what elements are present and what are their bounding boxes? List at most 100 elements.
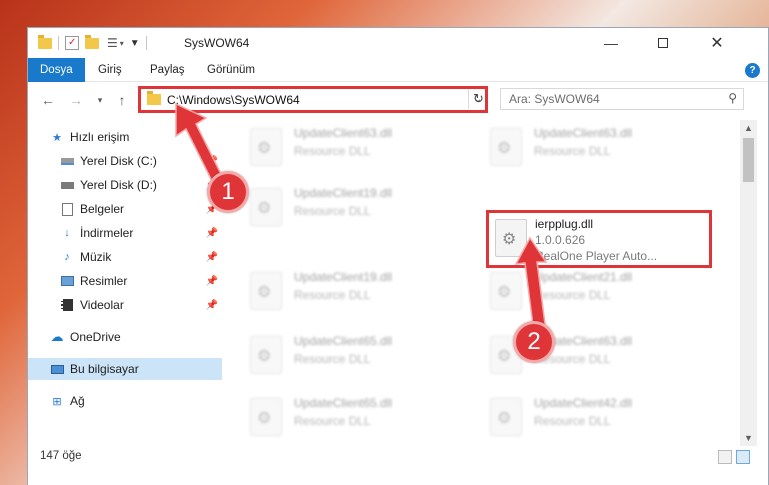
dll-file-icon: ⚙ (250, 336, 282, 374)
pin-icon[interactable]: 📌 (206, 156, 218, 167)
address-bar[interactable]: C:\Windows\SysWOW64 ⌄ (138, 86, 488, 113)
help-icon[interactable]: ? (745, 63, 760, 78)
arrow-right-icon: → (69, 92, 83, 108)
gear-icon: ⚙ (502, 231, 517, 248)
sidebar-item-disk-d[interactable]: Yerel Disk (D:) 📌 (28, 174, 222, 196)
picture-icon (60, 274, 74, 288)
music-icon: ♪ (64, 251, 70, 263)
status-bar: 147 öğe (28, 446, 768, 485)
refresh-icon: ↻ (473, 91, 484, 106)
computer-icon (50, 362, 64, 376)
list-item[interactable]: ⚙ UpdateClient63.dll Resource DLL (482, 122, 702, 172)
search-input[interactable]: Ara: SysWOW64 ⚲ (500, 88, 744, 110)
chevron-down-icon[interactable]: ▼ (130, 38, 140, 49)
quick-access-toolbar: ✓ ☰ ▾ ▼ (38, 34, 153, 52)
list-item[interactable]: ⚙ UpdateClient19.dll Resource DLL (242, 266, 462, 316)
pin-icon[interactable]: 📌 (206, 252, 218, 263)
search-icon[interactable]: ⚲ (728, 91, 737, 105)
scroll-up-icon[interactable]: ▲ (740, 120, 757, 136)
tab-view[interactable]: Görünüm (195, 58, 267, 82)
navigation-pane: ★ Hızlı erişim Yerel Disk (C:) 📌 Yerel D… (28, 120, 224, 446)
pin-icon[interactable]: 📌 (206, 228, 218, 239)
sidebar-item-downloads[interactable]: ↓ İndirmeler 📌 (28, 222, 222, 244)
gear-icon: ⚙ (497, 284, 512, 301)
sidebar-item-pictures[interactable]: Resimler 📌 (28, 270, 222, 292)
folder-icon (147, 91, 161, 105)
item-count: 147 öğe (40, 450, 82, 462)
step-badge-2: 2 (513, 321, 555, 363)
gear-icon: ⚙ (257, 284, 272, 301)
scroll-down-icon[interactable]: ▼ (740, 430, 757, 446)
sidebar-item-music[interactable]: ♪ Müzik 📌 (28, 246, 222, 268)
pin-icon[interactable]: 📌 (206, 300, 218, 311)
list-item[interactable]: ⚙ UpdateClient21.dll Resource DLL (482, 266, 702, 316)
sidebar-item-documents[interactable]: Belgeler 📌 (28, 198, 222, 220)
dll-file-icon: ⚙ (490, 398, 522, 436)
minimize-icon: — (604, 35, 618, 51)
gear-icon: ⚙ (497, 140, 512, 157)
arrow-up-icon: ↑ (118, 92, 126, 108)
explorer-window: ✓ ☰ ▾ ▼ SysWOW64 — ✕ Dosya Giriş Paylaş … (27, 27, 769, 485)
cloud-icon: ☁ (50, 329, 64, 344)
dll-file-icon: ⚙ (250, 398, 282, 436)
forward-button[interactable]: → (66, 90, 86, 110)
drive-icon (60, 178, 74, 192)
chevron-down-icon: ▾ (97, 95, 103, 105)
minimize-button[interactable]: — (588, 28, 634, 58)
tab-file[interactable]: Dosya (28, 58, 85, 82)
sidebar-item-network[interactable]: ⊞ Ağ (28, 390, 222, 412)
dll-file-icon: ⚙ (250, 188, 282, 226)
list-item[interactable]: ⚙ UpdateClient63.dll Resource DLL (242, 122, 462, 172)
sidebar-item-onedrive[interactable]: ☁ OneDrive (28, 326, 222, 348)
gear-icon: ⚙ (257, 200, 272, 217)
customize-dropdown-icon[interactable]: ▾ (120, 39, 124, 48)
back-button[interactable]: ← (38, 90, 58, 110)
gear-icon: ⚙ (257, 140, 272, 157)
folder-icon (38, 34, 52, 49)
sidebar-item-quick-access[interactable]: ★ Hızlı erişim (28, 126, 222, 148)
list-item[interactable]: ⚙ UpdateClient65.dll Resource DLL (242, 330, 462, 380)
properties-icon[interactable]: ✓ (65, 36, 79, 50)
ribbon-tabs: Dosya Giriş Paylaş Görünüm ? (28, 58, 768, 82)
dll-file-icon: ⚙ (250, 128, 282, 166)
pin-icon[interactable]: 📌 (206, 276, 218, 287)
tab-home[interactable]: Giriş (86, 58, 134, 82)
maximize-icon (658, 38, 668, 48)
search-placeholder: Ara: SysWOW64 (509, 92, 600, 106)
list-item[interactable]: ⚙ UpdateClient65.dll Resource DLL (242, 392, 462, 442)
arrow-left-icon: ← (41, 92, 55, 108)
dll-file-icon: ⚙ (495, 219, 527, 257)
list-item[interactable]: ⚙ UpdateClient42.dll Resource DLL (482, 392, 702, 442)
sidebar-item-disk-c[interactable]: Yerel Disk (C:) 📌 (28, 150, 222, 172)
view-options-icon[interactable]: ☰ (107, 36, 118, 50)
sidebar-item-videos[interactable]: Videolar 📌 (28, 294, 222, 316)
recent-locations-button[interactable]: ▾ (90, 90, 110, 110)
dll-file-icon: ⚙ (250, 272, 282, 310)
tiles-view-icon[interactable] (736, 450, 750, 464)
dll-file-icon: ⚙ (490, 272, 522, 310)
maximize-button[interactable] (640, 28, 686, 58)
details-view-icon[interactable] (718, 450, 732, 464)
download-icon: ↓ (64, 227, 70, 239)
dll-file-icon: ⚙ (490, 128, 522, 166)
tab-share[interactable]: Paylaş (138, 58, 197, 82)
title-bar: ✓ ☰ ▾ ▼ SysWOW64 — ✕ (28, 28, 768, 58)
close-icon: ✕ (710, 35, 724, 52)
gear-icon: ⚙ (257, 410, 272, 427)
refresh-button[interactable]: ↻ (468, 89, 488, 109)
close-button[interactable]: ✕ (694, 28, 740, 58)
up-button[interactable]: ↑ (112, 90, 132, 110)
file-version: 1.0.0.626 (535, 233, 586, 247)
vertical-scrollbar[interactable]: ▲ ▼ (740, 120, 757, 446)
new-folder-icon[interactable] (85, 34, 99, 49)
sidebar-item-this-pc[interactable]: Bu bilgisayar (28, 358, 222, 380)
step-badge-1: 1 (207, 171, 249, 213)
gear-icon: ⚙ (497, 348, 512, 365)
list-item[interactable]: ⚙ UpdateClient19.dll Resource DLL (242, 182, 462, 232)
target-file-item[interactable]: ⚙ ierpplug.dll 1.0.0.626 RealOne Player … (486, 210, 712, 268)
address-row: ← → ▾ ↑ C:\Windows\SysWOW64 ⌄ ↻ Ara: Sys… (28, 83, 768, 117)
window-title: SysWOW64 (184, 36, 250, 50)
gear-icon: ⚙ (257, 348, 272, 365)
address-path[interactable]: C:\Windows\SysWOW64 (167, 93, 471, 107)
scroll-thumb[interactable] (743, 138, 754, 182)
